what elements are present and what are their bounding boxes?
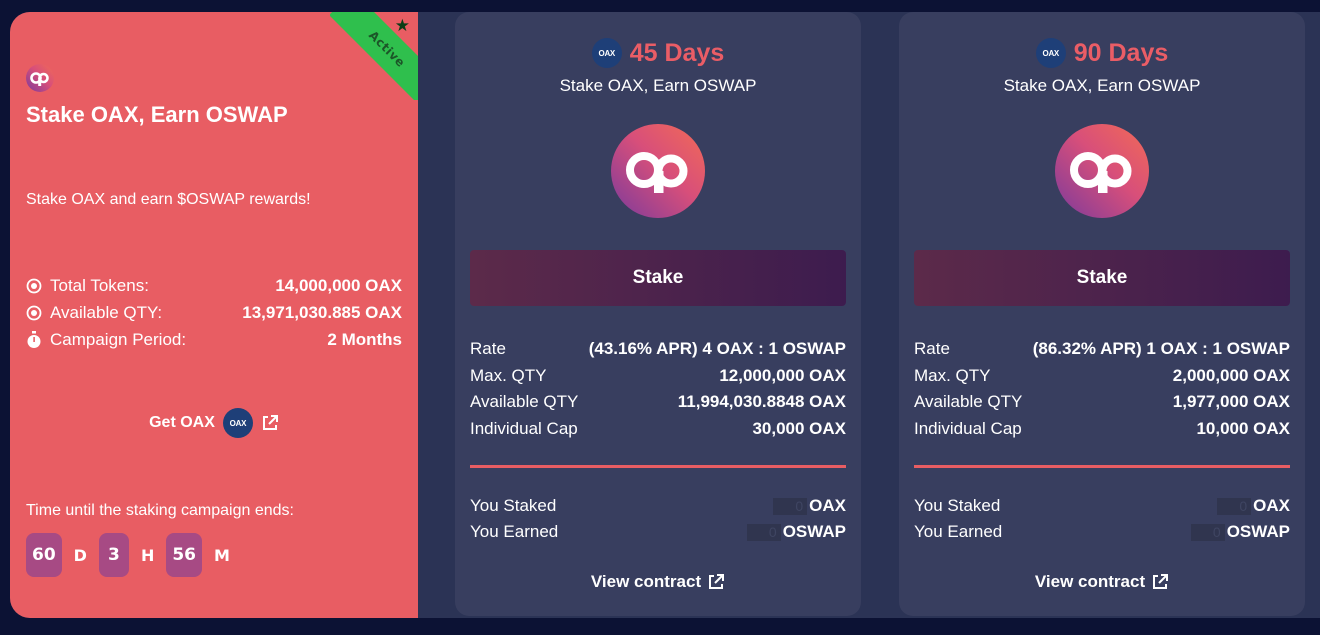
staked-label: You Staked	[914, 496, 1001, 515]
staking-option-card: OAX 90 Days Stake OAX, Earn OSWAP Stake …	[899, 12, 1305, 616]
external-link-icon	[262, 415, 278, 430]
card-header: OAX 90 Days	[899, 38, 1305, 68]
stat-value: 14,000,000 OAX	[275, 275, 402, 295]
info-value: 2,000,000 OAX	[1172, 365, 1290, 385]
info-label: Max. QTY	[470, 365, 547, 385]
staking-option-card: OAX 45 Days Stake OAX, Earn OSWAP Stake …	[455, 12, 861, 616]
campaign-panel: Active ★ Stake OAX, Earn OSWAP Stake OAX…	[10, 12, 418, 618]
stake-button[interactable]: Stake	[914, 250, 1290, 306]
active-ribbon: Active ★	[330, 12, 418, 100]
staked-label: You Staked	[470, 496, 557, 515]
stat-value: 2 Months	[327, 329, 402, 349]
info-label: Max. QTY	[914, 365, 991, 385]
info-row-max-qty: Max. QTY 2,000,000 OAX	[914, 363, 1290, 390]
info-row-rate: Rate (43.16% APR) 4 OAX : 1 OSWAP	[470, 336, 846, 363]
campaign-description: Stake OAX and earn $OSWAP rewards!	[26, 191, 311, 208]
info-label: Individual Cap	[914, 418, 1022, 438]
info-value: (43.16% APR) 4 OAX : 1 OSWAP	[588, 339, 846, 359]
info-value: 12,000,000 OAX	[719, 365, 846, 385]
divider	[470, 465, 846, 468]
card-subtitle: Stake OAX, Earn OSWAP	[1003, 76, 1201, 95]
divider	[914, 465, 1290, 468]
stopwatch-icon	[27, 330, 41, 348]
external-link-icon	[709, 574, 725, 589]
row-you-staked: You Staked 0 OAX	[470, 493, 846, 519]
stat-label: Total Tokens:	[50, 275, 149, 295]
info-label: Rate	[470, 339, 506, 359]
oax-token-icon: OAX	[222, 408, 253, 438]
countdown-days-unit: D	[73, 545, 87, 565]
countdown-days: 60	[26, 533, 62, 577]
user-position: You Staked 0 OAX You Earned 0 OSWAP	[914, 493, 1290, 545]
campaign-title: Stake OAX, Earn OSWAP	[26, 102, 288, 127]
info-row-individual-cap: Individual Cap 10,000 OAX	[914, 416, 1290, 443]
staked-unit: OAX	[1253, 496, 1290, 515]
star-icon[interactable]: ★	[395, 18, 410, 35]
target-icon	[26, 278, 42, 293]
row-you-staked: You Staked 0 OAX	[914, 493, 1290, 519]
stat-label: Campaign Period:	[50, 329, 187, 349]
stat-label: Available QTY:	[50, 302, 163, 322]
earned-label: You Earned	[470, 522, 559, 541]
pool-info: Rate (86.32% APR) 1 OAX : 1 OSWAP Max. QT…	[914, 336, 1290, 442]
info-row-available-qty: Available QTY 11,994,030.8848 OAX	[470, 389, 846, 416]
view-contract-label: View contract	[590, 572, 702, 591]
info-value: (86.32% APR) 1 OAX : 1 OSWAP	[1032, 339, 1290, 359]
view-contract-link[interactable]: View contract	[455, 572, 861, 592]
info-label: Rate	[914, 339, 950, 359]
countdown-label: Time until the staking campaign ends:	[26, 502, 294, 519]
campaign-stats: Total Tokens: 14,000,000 OAX Available Q…	[26, 272, 402, 353]
oax-token-icon: OAX	[1035, 38, 1066, 68]
earned-label: You Earned	[914, 522, 1003, 541]
countdown-minutes: 56	[166, 533, 203, 577]
row-you-earned: You Earned 0 OSWAP	[914, 519, 1290, 545]
stake-button[interactable]: Stake	[470, 250, 846, 306]
view-contract-link[interactable]: View contract	[899, 572, 1305, 592]
stat-value: 13,971,030.885 OAX	[242, 302, 402, 322]
countdown-hours-unit: H	[140, 545, 155, 565]
info-row-rate: Rate (86.32% APR) 1 OAX : 1 OSWAP	[914, 336, 1290, 363]
staked-amount: 0	[773, 497, 808, 515]
get-oax-link[interactable]: Get OAX OAX	[10, 408, 418, 438]
info-label: Available QTY	[914, 392, 1023, 412]
external-link-icon	[1153, 574, 1169, 589]
countdown-hours: 3	[98, 533, 129, 577]
card-header: OAX 45 Days	[455, 38, 861, 68]
countdown-timer: 60 D 3 H 56 M	[26, 533, 234, 577]
stat-campaign-period: Campaign Period: 2 Months	[26, 326, 402, 353]
staking-duration: 90 Days	[1073, 38, 1169, 67]
earned-amount: 0	[1190, 523, 1225, 541]
info-label: Available QTY	[470, 392, 579, 412]
card-subtitle: Stake OAX, Earn OSWAP	[559, 76, 757, 95]
user-position: You Staked 0 OAX You Earned 0 OSWAP	[470, 493, 846, 545]
oswap-logo-icon	[1055, 124, 1149, 218]
get-oax-label: Get OAX	[149, 414, 215, 431]
oax-token-icon: OAX	[591, 38, 622, 68]
stat-available-qty: Available QTY: 13,971,030.885 OAX	[26, 299, 402, 326]
staked-amount: 0	[1217, 497, 1252, 515]
info-row-max-qty: Max. QTY 12,000,000 OAX	[470, 363, 846, 390]
earned-unit: OSWAP	[782, 522, 846, 541]
countdown-minutes-unit: M	[214, 545, 230, 565]
info-row-individual-cap: Individual Cap 30,000 OAX	[470, 416, 846, 443]
staking-duration: 45 Days	[629, 38, 725, 67]
info-row-available-qty: Available QTY 1,977,000 OAX	[914, 389, 1290, 416]
oswap-logo-icon	[26, 64, 54, 92]
info-value: 10,000 OAX	[1196, 418, 1290, 438]
oswap-logo-icon	[611, 124, 705, 218]
earned-unit: OSWAP	[1226, 522, 1290, 541]
row-you-earned: You Earned 0 OSWAP	[470, 519, 846, 545]
stat-total-tokens: Total Tokens: 14,000,000 OAX	[26, 272, 402, 299]
pool-info: Rate (43.16% APR) 4 OAX : 1 OSWAP Max. QT…	[470, 336, 846, 442]
earned-amount: 0	[746, 523, 781, 541]
view-contract-label: View contract	[1034, 572, 1146, 591]
info-label: Individual Cap	[470, 418, 578, 438]
target-icon	[26, 305, 42, 320]
info-value: 11,994,030.8848 OAX	[677, 392, 846, 412]
info-value: 30,000 OAX	[752, 418, 846, 438]
info-value: 1,977,000 OAX	[1172, 392, 1290, 412]
staked-unit: OAX	[809, 496, 846, 515]
